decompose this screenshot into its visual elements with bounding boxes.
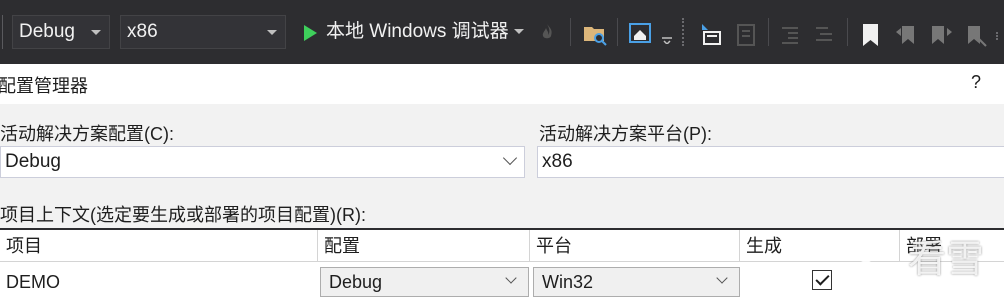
active-config-select[interactable]: Debug [0,146,525,178]
help-button[interactable]: ? [971,72,981,93]
comment-lines-icon [816,27,832,41]
start-debugging-button[interactable]: 本地 Windows 调试器 [326,15,509,49]
row-config-value: Debug [329,272,383,292]
start-debugging-label: 本地 Windows 调试器 [326,21,509,42]
navigate-backward-icon[interactable] [698,20,724,50]
toolbar-overflow[interactable] [996,32,1002,40]
row-platform-select[interactable]: Win32 [533,267,740,297]
bookmark-icon[interactable] [858,20,884,50]
document-icon [737,24,755,46]
active-config-label: 活动解决方案配置(C): [0,124,174,144]
home-window-icon[interactable] [628,20,654,50]
chevron-down-icon [502,150,518,166]
solution-config-value: Debug [19,21,75,42]
toolbar-grip[interactable] [2,15,5,49]
outdent-icon [782,27,798,44]
project-context-label: 项目上下文(选定要生成或部署的项目配置)(R): [0,205,366,225]
toolbar-grip[interactable] [682,18,686,46]
row-config-select[interactable]: Debug [320,267,529,297]
hot-reload-icon [542,24,552,39]
active-platform-label: 活动解决方案平台(P): [539,124,712,144]
toolbar-separator [847,18,848,46]
start-debug-icon[interactable] [304,25,317,41]
next-bookmark-icon [932,26,952,44]
dropdown-arrow-icon[interactable] [512,24,526,38]
solution-platform-value: x86 [127,21,158,42]
chevron-down-icon [267,30,277,35]
toolbar-separator [570,18,571,46]
column-header-config[interactable]: 配置 [318,230,530,262]
solution-config-combo[interactable]: Debug [12,15,110,49]
dropdown-arrow-icon[interactable] [662,36,672,44]
chevron-down-icon [716,272,728,284]
toolbar-separator [768,18,769,46]
previous-bookmark-icon [896,26,914,44]
active-platform-value: x86 [542,151,573,172]
chevron-down-icon [505,272,517,284]
chevron-down-icon [91,30,101,35]
toolbar-separator [617,18,618,46]
build-checkbox[interactable] [812,270,832,290]
active-config-value: Debug [5,151,61,172]
solution-platform-combo[interactable]: x86 [120,15,286,49]
column-header-platform[interactable]: 平台 [530,230,740,262]
column-header-project[interactable]: 项目 [0,230,318,262]
dialog-title: 配置管理器 [0,76,88,96]
dialog-header: 配置管理器 ? [0,64,1004,104]
active-platform-select[interactable]: x86 [537,146,1004,178]
row-platform-value: Win32 [542,272,594,292]
clear-bookmarks-icon [968,26,987,47]
vs-toolbar: Debug x86 本地 Windows 调试器 [0,0,1004,64]
project-name-cell: DEMO [6,272,60,292]
watermark-text: 看雪 [908,237,985,281]
find-in-files-icon[interactable] [582,19,608,49]
